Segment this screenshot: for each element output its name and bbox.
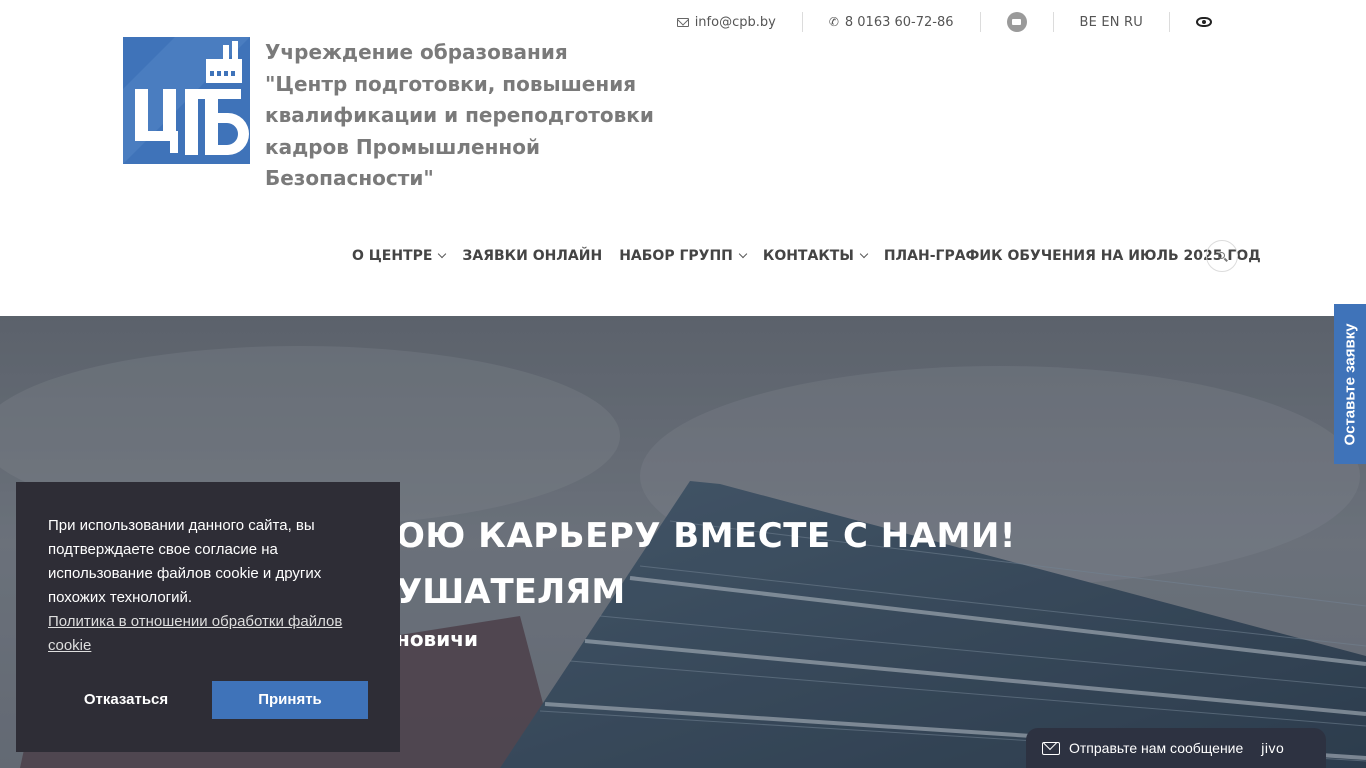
- nav-label: ЗАЯВКИ ОНЛАЙН: [462, 248, 603, 264]
- org-line: Учреждение образования: [265, 40, 568, 64]
- search-button[interactable]: [1206, 240, 1238, 272]
- nav-item-about[interactable]: О ЦЕНТРЕ: [352, 248, 447, 264]
- phone-text: 8 0163 60-72-86: [844, 14, 954, 30]
- email-text: info@cpb.by: [694, 14, 776, 30]
- logo[interactable]: [123, 37, 250, 164]
- cookie-banner: При использовании данного сайта, вы подт…: [16, 482, 400, 752]
- hero-subtitle: новичи: [396, 627, 478, 651]
- cookie-buttons: Отказаться Принять: [48, 681, 368, 719]
- accessibility-button[interactable]: [1170, 12, 1238, 32]
- main-nav: О ЦЕНТРЕ ЗАЯВКИ ОНЛАЙН НАБОР ГРУПП КОНТА…: [352, 240, 1278, 272]
- email-link[interactable]: info@cpb.by: [651, 12, 802, 32]
- nav-label: КОНТАКТЫ: [762, 248, 854, 264]
- decline-button[interactable]: Отказаться: [48, 681, 204, 719]
- chat-brand: jivo: [1261, 740, 1285, 756]
- language-list[interactable]: BE EN RU: [1080, 15, 1143, 30]
- chevron-down-icon: [438, 249, 447, 259]
- mail-button[interactable]: [981, 12, 1053, 32]
- org-line: кадров Промышленной Безопасности": [265, 134, 540, 191]
- search-icon: [1217, 251, 1225, 259]
- phone-link[interactable]: ✆ 8 0163 60-72-86: [803, 12, 980, 32]
- org-line: "Центр подготовки, повышения: [265, 71, 637, 96]
- nav-item-online-requests[interactable]: ЗАЯВКИ ОНЛАЙН: [462, 248, 602, 264]
- top-bar: info@cpb.by ✆ 8 0163 60-72-86 BE EN RU: [651, 0, 1238, 44]
- language-switcher[interactable]: BE EN RU: [1054, 12, 1169, 32]
- nav-item-groups[interactable]: НАБОР ГРУПП: [619, 248, 748, 264]
- cookie-text: При использовании данного сайта, вы подт…: [48, 517, 322, 606]
- chat-label: Отправьте нам сообщение: [1069, 740, 1244, 756]
- chat-widget[interactable]: Отправьте нам сообщение jivo: [1026, 728, 1326, 768]
- accept-button[interactable]: Принять: [212, 681, 368, 719]
- eye-icon: [1196, 17, 1212, 27]
- logo-image: [123, 37, 250, 164]
- hero-heading: ОЮ КАРЬЕРУ ВМЕСТЕ С НАМИ!: [396, 516, 1016, 556]
- org-line: квалификации и переподготовки: [265, 103, 654, 127]
- hero-heading-2: УШАТЕЛЯМ: [396, 572, 626, 612]
- chevron-down-icon: [859, 249, 869, 259]
- nav-item-schedule[interactable]: ПЛАН-ГРАФИК ОБУЧЕНИЯ НА ИЮЛЬ 2025 ГОД: [884, 248, 1261, 264]
- leave-request-tab[interactable]: Оставьте заявку: [1334, 304, 1366, 464]
- page: info@cpb.by ✆ 8 0163 60-72-86 BE EN RU У…: [0, 0, 1366, 768]
- cookie-policy-link[interactable]: Политика в отношении обработки файлов co…: [48, 610, 368, 658]
- nav-label: НАБОР ГРУПП: [619, 248, 733, 264]
- nav-label: О ЦЕНТРЕ: [352, 248, 433, 264]
- chevron-down-icon: [738, 249, 748, 259]
- nav-label: ПЛАН-ГРАФИК ОБУЧЕНИЯ НА ИЮЛЬ 2025 ГОД: [883, 248, 1261, 264]
- mail-round-icon: [1006, 12, 1027, 32]
- organization-name[interactable]: Учреждение образования "Центр подготовки…: [265, 37, 705, 195]
- envelope-icon: [1042, 741, 1060, 755]
- side-tab-label: Оставьте заявку: [1341, 322, 1359, 446]
- phone-icon: ✆: [828, 15, 839, 29]
- nav-item-contacts[interactable]: КОНТАКТЫ: [762, 248, 869, 264]
- envelope-icon: [676, 17, 689, 27]
